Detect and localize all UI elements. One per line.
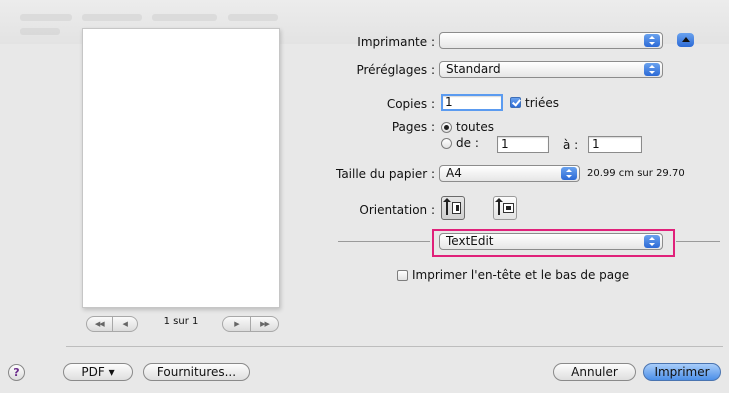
section-divider-right [676,241,720,242]
pages-range-radio[interactable] [441,138,452,149]
paper-dimensions: 20.99 cm sur 29.70 [587,168,685,179]
help-button[interactable]: ? [8,364,25,381]
pages-to-field[interactable]: 1 [588,136,642,153]
collated-label: triées [525,96,559,110]
paper-size-label: Taille du papier : [335,167,435,181]
blurred-toolbar-controls [152,14,217,21]
orientation-portrait-button[interactable] [441,196,465,220]
printer-label: Imprimante : [357,35,435,49]
blurred-toolbar-controls [20,14,72,21]
print-button[interactable]: Imprimer [643,363,721,381]
orientation-label: Orientation : [359,203,435,217]
presets-value: Standard [446,62,501,76]
pdf-menu-button[interactable]: PDF ▾ [63,363,133,381]
popup-stepper-icon [644,63,660,76]
orientation-landscape-button[interactable] [493,196,517,220]
header-footer-checkbox[interactable] [397,270,408,281]
blurred-toolbar-controls [228,14,278,21]
paper-size-value: A4 [446,166,462,180]
collapse-details-button[interactable] [677,33,694,47]
preview-forward-nav[interactable]: ▶ ▶▶ [222,316,279,332]
popup-stepper-icon [644,34,660,47]
last-page-button[interactable]: ▶▶ [250,317,278,331]
next-page-button[interactable]: ▶ [223,317,250,331]
blurred-ruler [20,28,60,35]
cancel-button[interactable]: Annuler [553,363,636,381]
bottom-divider [66,346,723,347]
preview-back-nav[interactable]: ◀◀ ◀ [86,316,138,332]
header-footer-label: Imprimer l'en-tête et le bas de page [412,268,630,282]
section-popup-value: TextEdit [446,234,494,248]
copies-field[interactable]: 1 [441,94,503,111]
printer-popup[interactable] [439,32,663,49]
page-indicator: 1 sur 1 [163,316,199,327]
pages-from-label: de : [456,136,479,150]
first-page-button[interactable]: ◀◀ [87,317,112,331]
landscape-page-icon [503,203,514,213]
popup-stepper-icon [561,167,577,180]
pages-to-label: à : [563,138,579,152]
paper-size-popup[interactable]: A4 [439,165,580,182]
up-arrow-icon [443,198,451,215]
pages-from-field[interactable]: 1 [497,136,549,153]
collated-checkbox[interactable] [510,97,521,108]
portrait-page-icon [452,202,461,214]
section-popup[interactable]: TextEdit [439,233,663,250]
up-arrow-icon [495,198,503,215]
pages-label: Pages : [391,120,435,134]
section-divider-left [338,241,430,242]
pages-all-label: toutes [456,120,494,134]
popup-stepper-icon [644,235,660,248]
supplies-button[interactable]: Fournitures... [143,363,250,381]
pages-all-radio[interactable] [441,122,452,133]
presets-popup[interactable]: Standard [439,61,663,78]
page-preview [82,28,280,308]
presets-label: Préréglages : [356,63,435,77]
blurred-toolbar-controls [82,14,142,21]
previous-page-button[interactable]: ◀ [111,317,138,331]
copies-label: Copies : [386,97,435,111]
